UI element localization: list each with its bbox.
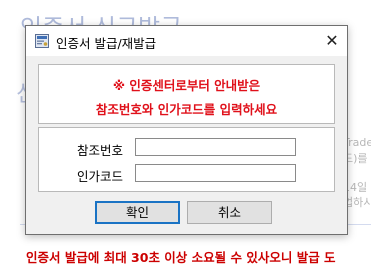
reference-number-input[interactable] (135, 138, 296, 156)
dialog-titlebar[interactable]: 인증서 발급/재발급 ✕ (26, 26, 347, 56)
authorization-code-input[interactable] (135, 164, 296, 182)
certificate-dialog: 인증서 발급/재발급 ✕ ※ 인증센터로부터 안내받은 참조번호와 인가코드를 … (25, 25, 348, 235)
background-notice: 인증서 발급에 최대 30초 이상 소요될 수 있사오니 발급 도 (26, 250, 336, 265)
close-icon: ✕ (325, 31, 339, 50)
dialog-title: 인증서 발급/재발급 (56, 36, 157, 51)
instruction-box: ※ 인증센터로부터 안내받은 참조번호와 인가코드를 입력하세요 (38, 64, 335, 124)
authorization-code-label: 인가코드 (77, 169, 124, 184)
cancel-button[interactable]: 취소 (187, 201, 272, 224)
certificate-window-icon (35, 34, 49, 48)
reference-number-label: 참조번호 (77, 143, 124, 158)
instruction-line-1: ※ 인증센터로부터 안내받은 (112, 78, 261, 93)
close-button[interactable]: ✕ (317, 26, 347, 56)
ok-button[interactable]: 확인 (95, 201, 180, 224)
instruction-line-2: 참조번호와 인가코드를 입력하세요 (95, 102, 278, 117)
code-entry-form: 참조번호 인가코드 (38, 127, 335, 192)
